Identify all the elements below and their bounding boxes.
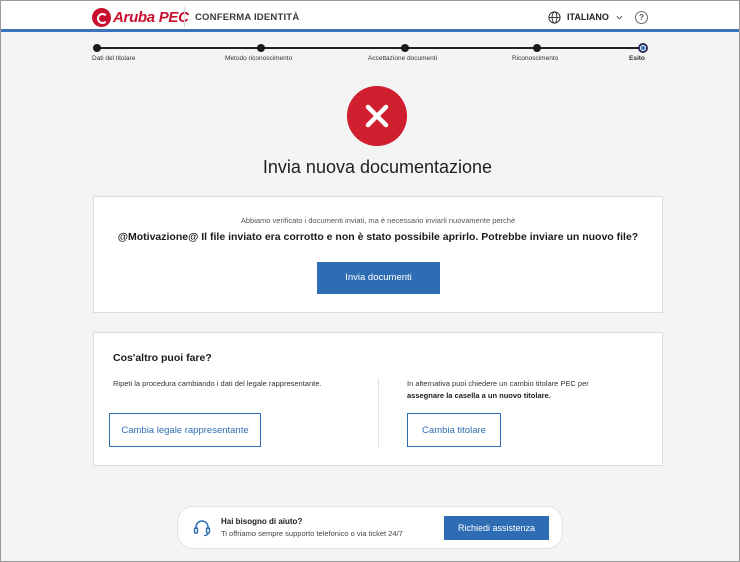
rejection-reason: @Motivazione@ Il file inviato era corrot… bbox=[117, 231, 639, 243]
language-label: ITALIANO bbox=[567, 12, 609, 22]
change-owner-text-bold: assegnare la casella a un nuovo titolare… bbox=[407, 391, 551, 400]
reason-card: Abbiamo verificato i documenti inviati, … bbox=[93, 196, 663, 313]
step-label-metodo: Metodo riconoscimento bbox=[225, 55, 293, 62]
change-owner-text: In alternativa puoi chiedere un cambio t… bbox=[407, 378, 637, 402]
step-label-riconoscimento: Riconoscimento bbox=[512, 55, 559, 62]
page-title: Invia nuova documentazione bbox=[262, 157, 493, 177]
header-divider bbox=[184, 7, 185, 27]
error-x-icon bbox=[347, 86, 407, 146]
send-documents-button[interactable]: Invia documenti bbox=[317, 262, 440, 294]
step-dot-accettazione bbox=[401, 44, 409, 52]
other-options-card: Cos'altro puoi fare? Ripeti la procedura… bbox=[93, 332, 663, 466]
step-dot-metodo bbox=[257, 44, 265, 52]
change-owner-button[interactable]: Cambia titolare bbox=[407, 413, 501, 447]
globe-icon bbox=[548, 10, 561, 24]
help-subtitle: Ti offriamo sempre supporto telefonico o… bbox=[221, 529, 403, 538]
change-representative-text: Ripeti la procedura cambiando i dati del… bbox=[113, 379, 322, 388]
step-dot-esito-current bbox=[638, 43, 648, 53]
help-question-icon[interactable]: ? bbox=[635, 11, 648, 24]
language-selector[interactable]: ITALIANO bbox=[548, 9, 623, 25]
progress-stepper: Dati del titolare Metodo riconoscimento … bbox=[0, 34, 740, 74]
step-label-accettazione: Accettazione documenti bbox=[368, 55, 438, 62]
aruba-pec-logo[interactable]: Aruba PEC bbox=[92, 7, 189, 27]
headset-icon bbox=[193, 520, 211, 537]
change-representative-button[interactable]: Cambia legale rappresentante bbox=[109, 413, 261, 447]
other-options-title: Cos'altro puoi fare? bbox=[113, 352, 212, 364]
step-dot-dati-titolare bbox=[93, 44, 101, 52]
stepper-line bbox=[96, 47, 643, 49]
step-label-esito: Esito bbox=[629, 55, 645, 62]
page-section-title: CONFERMA IDENTITÀ bbox=[195, 12, 300, 23]
column-divider bbox=[378, 378, 379, 448]
change-owner-text-regular: In alternativa puoi chiedere un cambio t… bbox=[407, 379, 589, 388]
help-title: Hai bisogno di aiuto? bbox=[221, 517, 303, 526]
chevron-down-icon bbox=[616, 15, 623, 20]
help-bar: Hai bisogno di aiuto? Ti offriamo sempre… bbox=[177, 506, 563, 549]
request-assistance-button[interactable]: Richiedi assistenza bbox=[444, 516, 549, 540]
top-header: Aruba PEC CONFERMA IDENTITÀ ITALIANO ? bbox=[1, 1, 739, 32]
verification-notice: Abbiamo verificato i documenti inviati, … bbox=[240, 216, 516, 225]
brand-name: Aruba PEC bbox=[113, 8, 189, 26]
aruba-logo-icon bbox=[92, 7, 111, 27]
step-dot-riconoscimento bbox=[533, 44, 541, 52]
step-label-dati-titolare: Dati del titolare bbox=[92, 55, 136, 62]
